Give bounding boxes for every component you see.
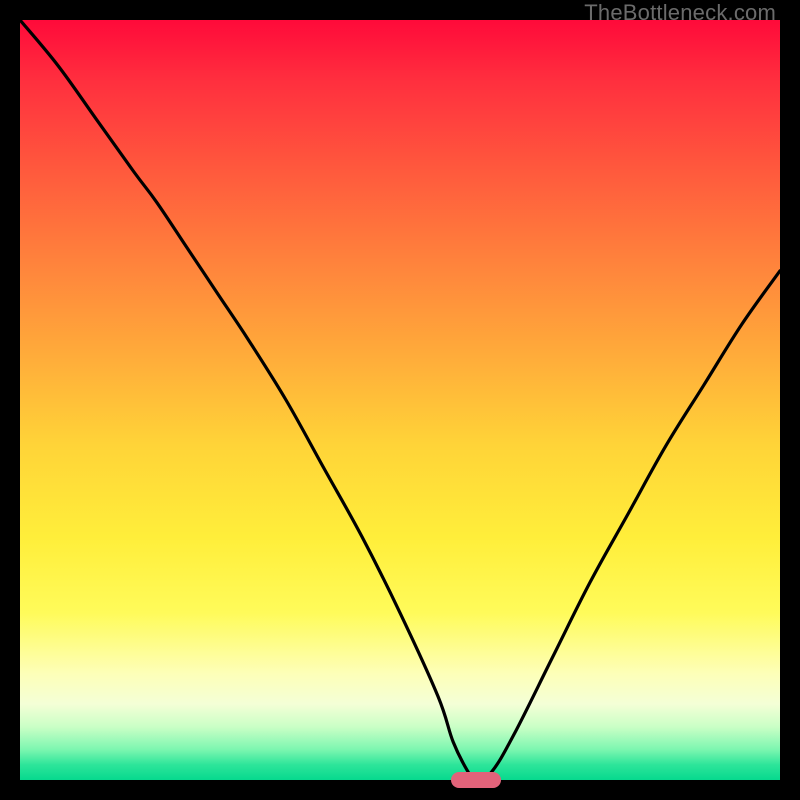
chart-frame: TheBottleneck.com (0, 0, 800, 800)
bottleneck-curve (20, 20, 780, 780)
optimum-marker (451, 772, 500, 788)
curve-path (20, 20, 780, 780)
plot-area (20, 20, 780, 780)
